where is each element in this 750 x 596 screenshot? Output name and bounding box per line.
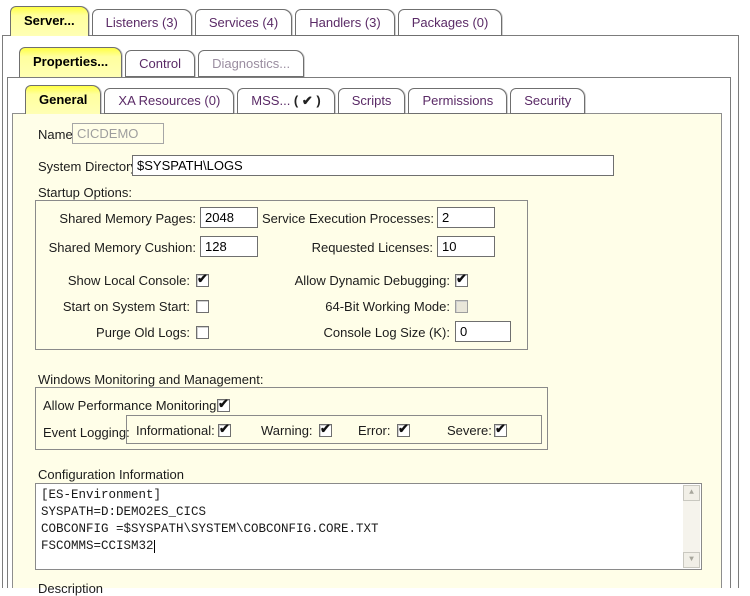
show-local-console-checkbox[interactable]: [196, 274, 209, 287]
description-label: Description: [38, 581, 103, 596]
service-execution-processes-field[interactable]: [437, 207, 495, 228]
severe-label: Severe:: [447, 423, 492, 438]
tab-handlers[interactable]: Handlers (3): [295, 9, 395, 36]
allow-dynamic-debugging-label: Allow Dynamic Debugging:: [266, 273, 450, 288]
tab-scripts[interactable]: Scripts: [338, 88, 406, 114]
tab-properties[interactable]: Properties...: [19, 47, 122, 77]
start-on-system-start-label: Start on System Start:: [36, 299, 190, 314]
server-tab-bar: Server... Listeners (3) Services (4) Han…: [10, 6, 505, 36]
tab-server-label: Server...: [24, 13, 75, 28]
name-label: Name:: [38, 127, 76, 142]
shared-memory-cushion-field[interactable]: [200, 236, 258, 257]
purge-old-logs-label: Purge Old Logs:: [36, 325, 190, 340]
tab-listeners[interactable]: Listeners (3): [92, 9, 192, 36]
tab-permissions-label: Permissions: [422, 93, 493, 108]
tab-packages[interactable]: Packages (0): [398, 9, 503, 36]
tab-general[interactable]: General: [25, 85, 101, 114]
text-caret: [154, 540, 155, 553]
warning-checkbox[interactable]: [319, 424, 332, 437]
properties-tab-bar: Properties... Control Diagnostics...: [19, 47, 307, 77]
shared-memory-pages-field[interactable]: [200, 207, 258, 228]
monitoring-title: Windows Monitoring and Management:: [38, 372, 263, 387]
tab-mss[interactable]: MSS... ( ✔ ): [237, 88, 334, 114]
informational-label: Informational:: [136, 423, 215, 438]
event-logging-group: Informational: Warning: Error: Severe:: [126, 415, 542, 444]
severe-checkbox[interactable]: [494, 424, 507, 437]
tab-control[interactable]: Control: [125, 50, 195, 77]
server-panel: Properties... Control Diagnostics... Gen…: [2, 35, 739, 588]
warning-label: Warning:: [261, 423, 313, 438]
tab-services-label: Services (4): [209, 15, 278, 30]
informational-checkbox[interactable]: [218, 424, 231, 437]
tab-diagnostics[interactable]: Diagnostics...: [198, 50, 304, 77]
configuration-information-label: Configuration Information: [38, 467, 184, 482]
configuration-text: [ES-Environment] SYSPATH=D:DEMO2ES_CICS …: [41, 487, 379, 555]
tab-permissions[interactable]: Permissions: [408, 88, 507, 114]
event-logging-label: Event Logging:: [43, 425, 130, 440]
system-directory-field[interactable]: [132, 155, 614, 176]
error-checkbox[interactable]: [397, 424, 410, 437]
tab-xa-resources[interactable]: XA Resources (0): [104, 88, 234, 114]
requested-licenses-field[interactable]: [437, 236, 495, 257]
error-label: Error:: [358, 423, 391, 438]
start-on-system-start-checkbox[interactable]: [196, 300, 209, 313]
tab-security-label: Security: [524, 93, 571, 108]
general-panel: Name: System Directory: Startup Options:…: [12, 113, 722, 588]
console-log-size-field[interactable]: [455, 321, 511, 342]
scroll-down-icon[interactable]: ▼: [683, 552, 700, 568]
tab-listeners-label: Listeners (3): [106, 15, 178, 30]
allow-performance-monitoring-checkbox[interactable]: [217, 399, 230, 412]
mss-check-icon: ( ✔ ): [290, 93, 320, 108]
tab-xa-resources-label: XA Resources (0): [118, 93, 220, 108]
64bit-working-mode-checkbox: [455, 300, 468, 313]
tab-security[interactable]: Security: [510, 88, 585, 114]
tab-diagnostics-label: Diagnostics...: [212, 56, 290, 71]
name-field[interactable]: [72, 123, 164, 144]
monitoring-group: Allow Performance Monitoring: Event Logg…: [35, 387, 548, 450]
tab-control-label: Control: [139, 56, 181, 71]
tab-packages-label: Packages (0): [412, 15, 489, 30]
show-local-console-label: Show Local Console:: [36, 273, 190, 288]
tab-handlers-label: Handlers (3): [309, 15, 381, 30]
shared-memory-pages-label: Shared Memory Pages:: [36, 211, 196, 226]
tab-server[interactable]: Server...: [10, 6, 89, 36]
startup-options-group: Shared Memory Pages: Service Execution P…: [35, 200, 528, 350]
general-tab-bar: General XA Resources (0) MSS... ( ✔ ) Sc…: [25, 85, 588, 114]
system-directory-label: System Directory:: [38, 159, 141, 174]
config-scrollbar[interactable]: ▲ ▼: [683, 485, 700, 568]
allow-performance-monitoring-label: Allow Performance Monitoring:: [43, 398, 220, 413]
scroll-up-icon[interactable]: ▲: [683, 485, 700, 501]
tab-properties-label: Properties...: [33, 54, 108, 69]
64bit-working-mode-label: 64-Bit Working Mode:: [266, 299, 450, 314]
tab-mss-label: MSS...: [251, 93, 290, 108]
tab-general-label: General: [39, 92, 87, 107]
requested-licenses-label: Requested Licenses:: [262, 240, 433, 255]
properties-panel: General XA Resources (0) MSS... ( ✔ ) Sc…: [7, 77, 731, 588]
startup-options-title: Startup Options:: [38, 185, 132, 200]
shared-memory-cushion-label: Shared Memory Cushion:: [36, 240, 196, 255]
tab-services[interactable]: Services (4): [195, 9, 292, 36]
tab-scripts-label: Scripts: [352, 93, 392, 108]
console-log-size-label: Console Log Size (K):: [266, 325, 450, 340]
configuration-information-textarea[interactable]: [ES-Environment] SYSPATH=D:DEMO2ES_CICS …: [35, 483, 702, 570]
allow-dynamic-debugging-checkbox[interactable]: [455, 274, 468, 287]
purge-old-logs-checkbox[interactable]: [196, 326, 209, 339]
service-execution-processes-label: Service Execution Processes:: [262, 211, 433, 226]
